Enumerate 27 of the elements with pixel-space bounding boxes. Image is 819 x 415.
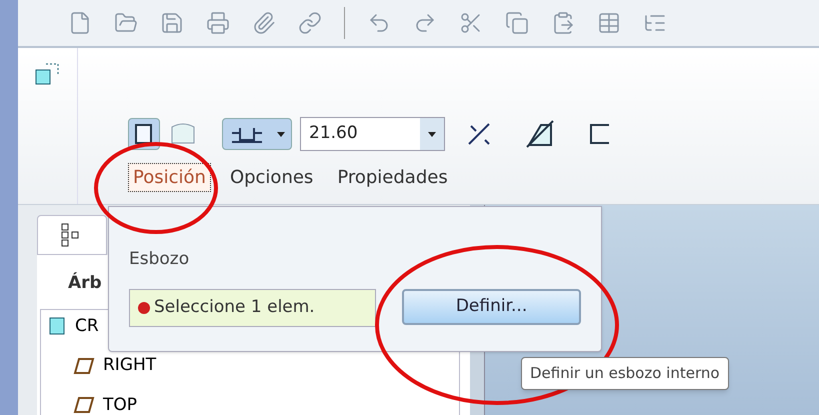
depth-option-button[interactable] <box>222 118 292 150</box>
ribbon-tab[interactable]: Posición <box>128 163 211 192</box>
printer-icon[interactable] <box>206 11 230 35</box>
link-icon[interactable] <box>298 11 322 35</box>
save-icon[interactable] <box>160 11 184 35</box>
copy-icon[interactable] <box>505 11 529 35</box>
cube-icon <box>49 316 67 336</box>
ribbon-tab[interactable]: Opciones <box>224 163 318 192</box>
ribbon-tab[interactable]: Propiedades <box>332 163 453 192</box>
selection-collector[interactable]: Seleccione 1 elem. <box>129 288 376 326</box>
parallelogram-icon <box>73 396 95 414</box>
square-icon <box>135 124 153 144</box>
remove-material-icon[interactable] <box>525 119 555 149</box>
section-label: Esbozo <box>129 248 190 271</box>
dropdown-caret-icon <box>428 132 436 136</box>
tree-item[interactable]: CR <box>75 314 99 339</box>
tree-title: Árb <box>68 271 102 295</box>
tree-item[interactable]: RIGHT <box>103 353 156 378</box>
define-button[interactable]: Definir... <box>402 288 581 324</box>
paperclip-icon[interactable] <box>252 11 276 35</box>
depth-field[interactable]: 21.60 <box>300 117 445 151</box>
caret-icon <box>276 132 284 136</box>
tree-item[interactable]: TOP <box>103 392 138 415</box>
table-icon[interactable] <box>597 11 621 35</box>
tooltip: Definir un esbozo interno <box>521 357 729 390</box>
parallelogram-icon <box>73 356 95 375</box>
model-tree-tab[interactable] <box>37 215 107 255</box>
